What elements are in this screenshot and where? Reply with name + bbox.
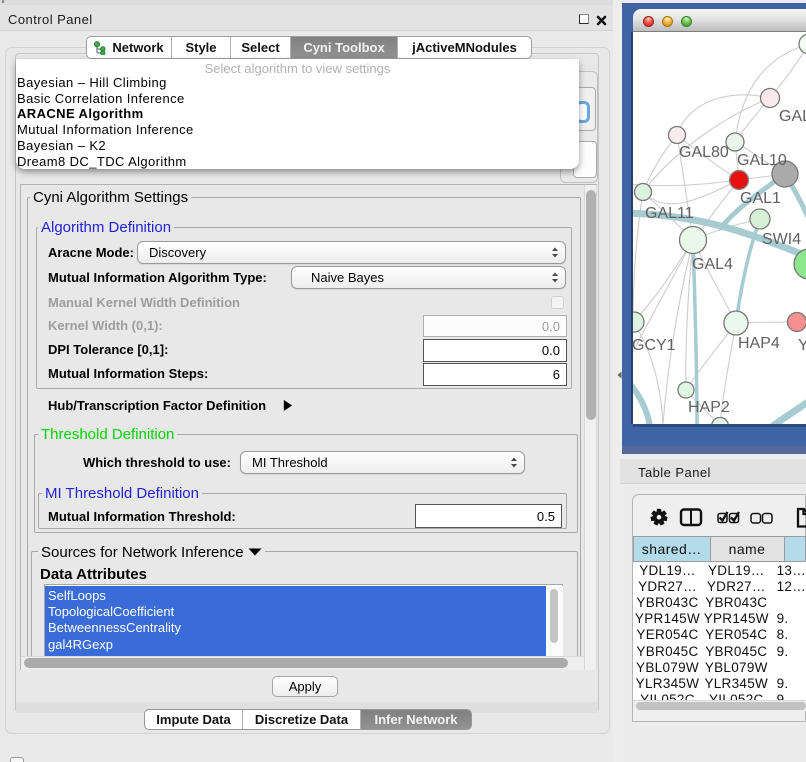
svg-text:Y: Y <box>798 337 806 354</box>
svg-text:GAL4: GAL4 <box>692 256 733 273</box>
svg-text:HAP4: HAP4 <box>738 335 780 352</box>
svg-text:GAL1: GAL1 <box>740 190 781 207</box>
svg-text:GCY1: GCY1 <box>633 337 676 354</box>
svg-text:SWI4: SWI4 <box>762 231 801 248</box>
svg-text:GAL10: GAL10 <box>737 152 787 169</box>
svg-text:GAL11: GAL11 <box>645 205 694 222</box>
svg-text:GAL2: GAL2 <box>779 108 806 125</box>
svg-text:GAL80: GAL80 <box>679 144 729 161</box>
svg-text:HAP2: HAP2 <box>688 399 730 416</box>
